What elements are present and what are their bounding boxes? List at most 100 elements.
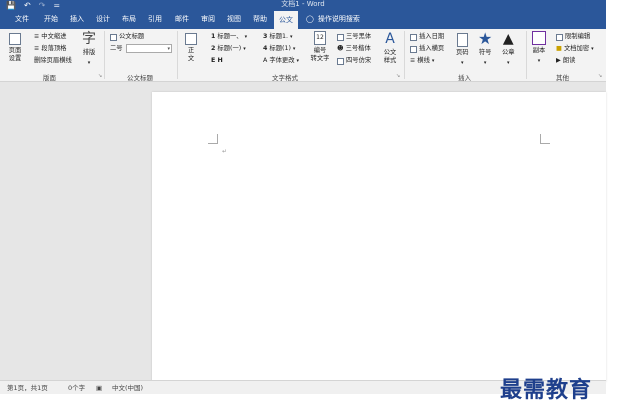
group-label-layout: 版面 <box>43 74 56 82</box>
chevron-down-icon: ▾ <box>431 58 435 64</box>
insert-date-button[interactable]: 插入日期 <box>410 33 444 41</box>
group-label-insert: 插入 <box>458 74 471 82</box>
page-number-button[interactable]: 页码 ▾ <box>456 33 469 67</box>
typeset-button[interactable]: 字 排版 ▾ <box>82 31 96 67</box>
dialog-launcher-icon[interactable]: ↘ <box>396 73 400 79</box>
chevron-down-icon: ▾ <box>244 34 248 40</box>
ribbon-tabs: 文件 开始 插入 设计 布局 引用 邮件 审阅 视图 帮助 公文 ◯ 操作说明搜… <box>0 10 606 29</box>
font-black-button[interactable]: 三号黑体 <box>337 33 371 41</box>
copy-icon <box>532 31 546 45</box>
read-aloud-label: 朗读 <box>562 57 576 64</box>
tab-file[interactable]: 文件 <box>15 10 29 29</box>
font-fangsong-button[interactable]: 四号仿宋 <box>337 57 371 65</box>
document-page[interactable]: ↵ <box>152 92 606 382</box>
tab-view[interactable]: 视图 <box>227 10 241 29</box>
doc-encrypt-label: 文档加密 <box>563 45 590 52</box>
heading1-button[interactable]: 1 标题一、 ▾ <box>211 33 247 41</box>
font-change-button[interactable]: A 字体更改 ▾ <box>263 57 299 65</box>
tab-design[interactable]: 设计 <box>96 10 110 29</box>
para-spacing-label: 段落顶格 <box>41 45 67 52</box>
chevron-down-icon: ▾ <box>537 58 541 64</box>
numbering-to-text-button[interactable]: 12 编号 转文字 <box>309 31 331 63</box>
font-change-icon: A <box>263 57 268 64</box>
landscape-page-icon <box>410 45 417 53</box>
remove-header-line-button[interactable]: 删除页眉横线 <box>34 57 72 65</box>
heading2-number: 2 <box>211 45 216 52</box>
dialog-launcher-icon[interactable]: ↘ <box>598 73 602 79</box>
page-setup-label: 页面 设置 <box>8 47 22 62</box>
copy-label: 副本 <box>532 47 546 54</box>
chevron-down-icon: ▾ <box>483 60 487 66</box>
document-workspace: ↵ <box>0 82 606 382</box>
page-number-icon <box>456 33 468 47</box>
lock-icon: ■ <box>556 45 562 52</box>
size-label: 二号 <box>110 45 123 52</box>
language-indicator[interactable]: 中文(中国) <box>112 381 143 395</box>
page-setup-button[interactable]: 页面 设置 <box>6 33 24 63</box>
font-black-label: 三号黑体 <box>346 33 372 40</box>
body-text-button[interactable]: 正 文 <box>183 33 199 63</box>
ribbon: 页面 设置 ≡ 中文缩进 ≡ 段落顶格 删除页眉横线 字 排版 ▾ 版面 ↘ 公… <box>0 29 606 82</box>
indent-icon: ≡ <box>34 33 40 40</box>
chinese-indent-label: 中文缩进 <box>41 33 67 40</box>
margin-corner-mark <box>540 134 550 144</box>
doc-title-button[interactable]: 公文标题 <box>110 33 144 41</box>
group-label-text-format: 文字格式 <box>272 74 298 82</box>
page-number-label: 页码 <box>456 49 469 56</box>
dialog-launcher-icon[interactable]: ↘ <box>98 73 102 79</box>
tab-layout[interactable]: 布局 <box>122 10 136 29</box>
people-icon: ☻ <box>337 45 344 52</box>
heading2-button[interactable]: 2 标题(一) ▾ <box>211 45 246 53</box>
doc-style-label: 公文 样式 <box>383 49 397 64</box>
doc-style-button[interactable]: A 公文 样式 <box>380 31 400 65</box>
watermark-logo: 最需教育 <box>500 377 593 403</box>
speaker-icon: ▶ <box>556 57 561 64</box>
tab-help[interactable]: 帮助 <box>253 10 267 29</box>
restrict-edit-button[interactable]: 限制编辑 <box>556 33 590 41</box>
horizontal-line-label: 横线 <box>417 57 430 64</box>
group-divider <box>177 31 178 79</box>
font-size-combo[interactable]: ▾ <box>126 44 172 53</box>
para-spacing-button[interactable]: ≡ 段落顶格 <box>34 45 66 53</box>
chevron-down-icon: ▾ <box>292 46 296 52</box>
proofing-icon[interactable]: ▣ <box>96 381 102 395</box>
tab-insert[interactable]: 插入 <box>70 10 84 29</box>
line-icon: ≡ <box>410 57 416 64</box>
body-text-icon <box>185 33 197 45</box>
chinese-indent-button[interactable]: ≡ 中文缩进 <box>34 33 66 41</box>
window-title: 文档1 - Word <box>281 0 325 8</box>
font-black-icon <box>337 33 344 41</box>
tab-mailings[interactable]: 邮件 <box>175 10 189 29</box>
eh-button[interactable]: E H <box>211 57 223 65</box>
tab-references[interactable]: 引用 <box>148 10 162 29</box>
restrict-icon <box>556 33 563 41</box>
group-label-title: 公文标题 <box>127 74 153 82</box>
para-icon: ≡ <box>34 45 40 52</box>
read-aloud-button[interactable]: ▶ 朗读 <box>556 57 575 65</box>
heading1-label: 标题一、 <box>217 33 243 40</box>
font-fangsong-icon <box>337 57 344 65</box>
tab-review[interactable]: 审阅 <box>201 10 215 29</box>
body-text-label: 正 文 <box>187 47 195 62</box>
doc-style-icon: A <box>385 31 395 47</box>
word-count[interactable]: 0个字 <box>68 381 85 395</box>
heading3-button[interactable]: 3 标题1. ▾ <box>263 33 293 41</box>
doc-encrypt-button[interactable]: ■ 文档加密 ▾ <box>556 45 594 53</box>
chevron-down-icon: ▾ <box>461 60 464 66</box>
numbering-icon: 12 <box>314 31 326 45</box>
symbol-button[interactable]: ★ 符号 ▾ <box>478 31 492 67</box>
horizontal-line-button[interactable]: ≡ 横线 ▾ <box>410 57 434 65</box>
tab-home[interactable]: 开始 <box>44 10 58 29</box>
page-count[interactable]: 第1页，共1页 <box>7 381 48 395</box>
copy-button[interactable]: 副本 ▾ <box>532 31 546 65</box>
insert-landscape-button[interactable]: 插入横页 <box>410 45 444 53</box>
seal-button[interactable]: ▲ 公章 ▾ <box>502 31 515 67</box>
chevron-down-icon: ▾ <box>296 58 300 64</box>
tab-gongwen[interactable]: 公文 <box>274 10 298 29</box>
tell-me-box[interactable]: ◯ 操作说明搜索 <box>306 10 360 29</box>
font-kai-button[interactable]: ☻ 三号楷体 <box>337 45 371 53</box>
page-setup-icon <box>9 33 21 45</box>
heading4-button[interactable]: 4 标题(1) ▾ <box>263 45 295 53</box>
font-fangsong-label: 四号仿宋 <box>346 57 372 64</box>
insert-landscape-label: 插入横页 <box>419 45 445 52</box>
